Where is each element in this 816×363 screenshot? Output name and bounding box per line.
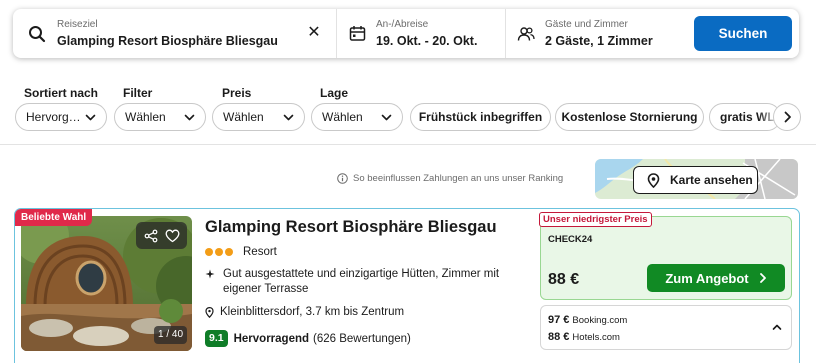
chevron-down-icon [381, 114, 392, 121]
heart-icon[interactable] [163, 227, 181, 245]
guests-icon [516, 24, 536, 44]
hotel-type: Resort [205, 246, 277, 258]
calendar-icon [347, 24, 367, 44]
sort-label: Sortiert nach [24, 86, 99, 100]
hotel-name[interactable]: Glamping Resort Biosphäre Bliesgau [205, 218, 497, 237]
filter-dropdown[interactable]: Wählen [114, 103, 206, 131]
chevron-down-icon [283, 114, 294, 121]
dates-label: An-/Abreise [376, 18, 429, 30]
destination-field[interactable]: Reiseziel Glamping Resort Biosphäre Blie… [13, 9, 337, 58]
price-dropdown[interactable]: Wählen [212, 103, 305, 131]
sort-dropdown[interactable]: Hervorg… [15, 103, 107, 131]
location-value: Wählen [322, 110, 363, 124]
filter-label: Filter [123, 86, 153, 100]
other-offer-provider: Hotels.com [572, 332, 620, 343]
other-offer-provider: Booking.com [572, 315, 628, 326]
map-pin-icon [647, 172, 660, 188]
dates-field[interactable]: An-/Abreise 19. Okt. - 20. Okt. [337, 9, 506, 58]
rating-dots-icon [205, 248, 235, 256]
destination-label: Reiseziel [57, 18, 98, 30]
sort-value: Hervorg… [26, 110, 81, 124]
rating-score-badge: 9.1 [205, 330, 228, 347]
other-offer-price: 97 € [548, 314, 570, 326]
hotel-feature-text: Gut ausgestattete und einzigartige Hütte… [223, 268, 500, 295]
other-offers-panel[interactable] [540, 305, 792, 350]
share-icon[interactable] [142, 227, 160, 245]
price-label: Preis [222, 86, 252, 100]
chip-breakfast-included[interactable]: Frühstück inbegriffen [410, 103, 551, 131]
sparkle-icon [205, 269, 215, 279]
ranking-info-text: So beeinflussen Zahlungen an uns unser R… [353, 173, 564, 184]
location-label: Lage [320, 86, 349, 100]
rating-label: Hervorragend [233, 332, 310, 345]
show-map-button[interactable]: Karte ansehen [633, 166, 758, 194]
other-offer-row[interactable]: 97 € Booking.com [548, 314, 627, 326]
view-deal-label: Zum Angebot [665, 270, 749, 286]
chip-free-cancellation[interactable]: Kostenlose Stornierung [555, 103, 704, 131]
hotel-feature: Gut ausgestattete und einzigartige Hütte… [205, 267, 515, 297]
destination-value[interactable]: Glamping Resort Biosphäre Bliesgau [57, 33, 278, 49]
chevron-right-icon [759, 273, 766, 283]
location-dropdown[interactable]: Wählen [311, 103, 403, 131]
filters-scroll-right-button[interactable] [773, 103, 801, 131]
price-value: Wählen [223, 110, 264, 124]
hotel-location: Kleinblittersdorf, 3.7 km bis Zentrum [205, 306, 404, 318]
chevron-up-icon[interactable] [772, 323, 782, 331]
search-icon [27, 24, 47, 44]
chip-free-wifi[interactable]: gratis WLAN [709, 103, 781, 131]
guests-label: Gäste und Zimmer [545, 18, 628, 30]
ranking-info-link[interactable]: So beeinflussen Zahlungen an uns unser R… [337, 173, 563, 184]
popular-choice-badge: Beliebte Wahl [15, 209, 93, 226]
lowest-price-tag: Unser niedrigster Preis [539, 212, 652, 227]
view-deal-button[interactable]: Zum Angebot [647, 264, 785, 292]
chevron-down-icon [85, 114, 96, 121]
offer-price: 88 € [548, 271, 580, 288]
other-offer-row[interactable]: 88 € Hotels.com [548, 331, 620, 343]
guests-value: 2 Gäste, 1 Zimmer [545, 33, 653, 48]
filter-value: Wählen [125, 110, 166, 124]
clear-destination-button[interactable]: ✕ [306, 25, 322, 41]
hotel-rating[interactable]: 9.1 Hervorragend (626 Bewertungen) [205, 330, 411, 347]
other-offer-price: 88 € [548, 331, 570, 343]
chevron-right-icon [784, 111, 791, 123]
search-button[interactable]: Suchen [694, 16, 792, 51]
hotel-type-label: Resort [243, 246, 277, 258]
chevron-down-icon [184, 114, 195, 121]
photo-counter: 1 / 40 [154, 326, 187, 344]
location-pin-icon [205, 306, 214, 318]
review-count: (626 Bewertungen) [313, 332, 411, 345]
dates-value: 19. Okt. - 20. Okt. [376, 33, 478, 48]
search-bar: Reiseziel Glamping Resort Biosphäre Blie… [13, 9, 799, 58]
info-icon [337, 173, 348, 184]
divider [0, 144, 816, 145]
guests-field[interactable]: Gäste und Zimmer 2 Gäste, 1 Zimmer [506, 9, 686, 58]
show-map-label: Karte ansehen [670, 173, 753, 187]
hotel-location-text: Kleinblittersdorf, 3.7 km bis Zentrum [220, 306, 405, 318]
offer-provider: CHECK24 [548, 234, 593, 245]
photo-actions [136, 222, 187, 249]
